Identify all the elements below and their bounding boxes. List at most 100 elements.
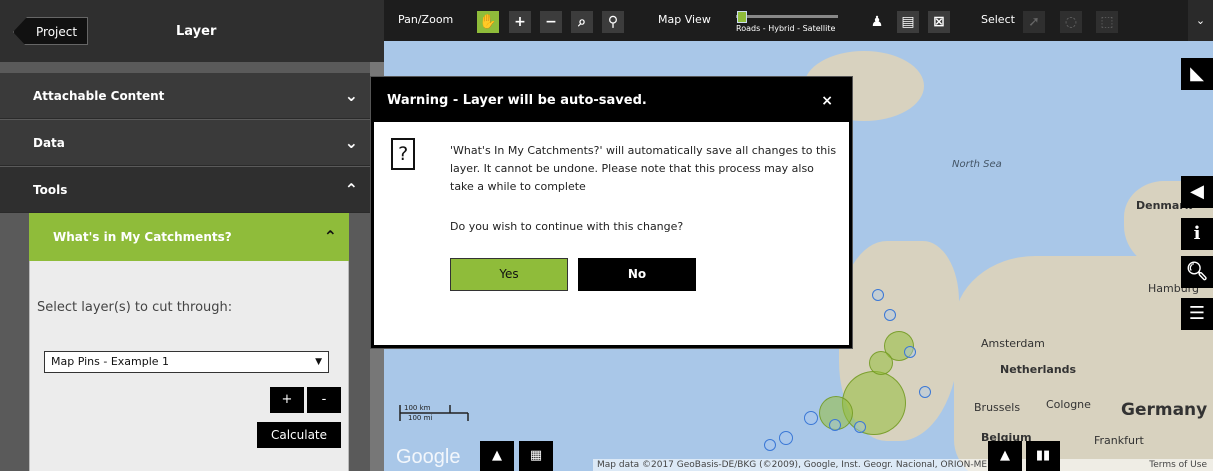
no-button[interactable]: No <box>578 258 696 291</box>
minus-icon: − <box>545 14 557 30</box>
pan-zoom-label: Pan/Zoom <box>398 13 454 26</box>
close-icon[interactable]: × <box>821 80 833 122</box>
dialog-header: Warning - Layer will be auto-saved. × <box>374 80 849 122</box>
remove-layer-button[interactable]: - <box>307 387 341 413</box>
map-pin-icon: ⚲ <box>607 14 619 30</box>
section-label: Attachable Content <box>33 89 165 103</box>
select-layers-label: Select layer(s) to cut through: <box>37 300 233 315</box>
zoom-out-button[interactable]: − <box>540 11 562 33</box>
locate-button[interactable]: ⚲ <box>602 11 624 33</box>
map-label-amsterdam: Amsterdam <box>981 337 1045 350</box>
map-search-button[interactable]: 🔍︎ <box>1181 256 1213 288</box>
map-scale-bar: 100 km 100 mi <box>398 401 470 425</box>
cursor-icon: ➚ <box>1028 14 1040 30</box>
legend-button[interactable]: ☰ <box>1181 298 1213 330</box>
caret-left-icon: ◀ <box>1190 181 1204 202</box>
pin-circle <box>829 419 841 431</box>
catchment-circle <box>869 351 893 375</box>
search-icon: 🔍︎ <box>1185 261 1209 282</box>
chevron-down-icon: ⌄ <box>344 133 358 152</box>
attribution-text: Map data ©2017 GeoBasis-DE/BKG (©2009), … <box>597 460 988 470</box>
catchment-circle <box>842 371 906 435</box>
map-icon: ▤ <box>901 14 915 30</box>
map-label-north-sea: North Sea <box>952 159 1002 170</box>
section-attachable-content[interactable]: Attachable Content ⌄ <box>0 73 370 119</box>
map-view-slider-handle[interactable] <box>737 11 747 23</box>
plus-icon: + <box>514 14 526 30</box>
pin-circle <box>872 289 884 301</box>
map-label-cologne: Cologne <box>1046 398 1091 411</box>
search-icon: ⌕ <box>578 14 586 30</box>
zoom-search-button[interactable]: ⌕ <box>571 11 593 33</box>
calculate-button[interactable]: Calculate <box>257 422 341 448</box>
yes-button[interactable]: Yes <box>450 258 568 291</box>
sidebar-header: Project Layer <box>0 0 384 62</box>
pan-tool-button[interactable]: ✋ <box>477 11 499 33</box>
list-icon: ☰ <box>1188 303 1206 324</box>
grid-icon: ▦ <box>529 448 543 463</box>
corner-toggle-button[interactable]: ◣ <box>1181 58 1213 90</box>
bar-chart-icon: ▮▮ <box>1035 448 1051 463</box>
hand-icon: ✋ <box>479 14 497 30</box>
polygon-select-icon: ⬚ <box>1100 14 1114 30</box>
dialog-message: 'What's In My Catchments?' will automati… <box>450 144 837 193</box>
sidebar-title: Layer <box>176 24 217 39</box>
chart-view-button[interactable]: ▮▮ <box>1026 441 1060 471</box>
google-logo: Google <box>396 446 461 468</box>
map-layers-button[interactable]: ▤ <box>897 11 919 33</box>
question-icon: ? <box>391 138 415 170</box>
dialog-title: Warning - Layer will be auto-saved. <box>387 93 647 108</box>
dropdown-arrow-icon: ▼ <box>315 357 322 367</box>
map-view-label: Map View <box>658 13 711 26</box>
map-label-brussels: Brussels <box>974 401 1021 414</box>
side-panel-collapse-button[interactable]: ◀ <box>1181 176 1213 208</box>
sidebar: Project Layer Attachable Content ⌄ Data … <box>0 0 384 471</box>
info-button[interactable]: i <box>1181 218 1213 250</box>
layer-select-dropdown[interactable]: Map Pins - Example 1 ▼ <box>44 351 329 373</box>
pin-circle <box>919 386 931 398</box>
tool-title: What's in My Catchments? <box>53 230 232 244</box>
project-back-button[interactable]: Project <box>13 17 89 47</box>
corner-triangle-icon: ◣ <box>1190 63 1204 84</box>
pin-circle <box>854 421 866 433</box>
chevron-up-icon: ⌃ <box>344 180 358 199</box>
map-view-slider-track[interactable] <box>736 15 838 18</box>
map-label-frankfurt: Frankfurt <box>1094 434 1144 447</box>
toolbar-dropdown-button[interactable]: ⌄ <box>1188 0 1213 41</box>
pin-circle <box>764 439 776 451</box>
street-view-button[interactable]: ♟ <box>866 11 888 33</box>
pin-circle <box>779 431 793 445</box>
section-label: Data <box>33 136 65 150</box>
section-data[interactable]: Data ⌄ <box>0 120 370 166</box>
pin-circle <box>904 346 916 358</box>
chevron-down-icon: ⌄ <box>1195 14 1206 27</box>
map-toolbar: Pan/Zoom ✋ + − ⌕ ⚲ Map View Roads - Hybr… <box>384 0 1213 41</box>
layer-select-value: Map Pins - Example 1 <box>51 355 170 368</box>
panel-expand-up-button[interactable]: ▲ <box>988 441 1022 471</box>
scale-km-label: 100 km <box>404 404 431 412</box>
map-collapse-up-button[interactable]: ▲ <box>480 441 514 471</box>
zoom-in-button[interactable]: + <box>509 11 531 33</box>
chevron-down-icon: ⌄ <box>344 86 358 105</box>
dialog-question: Do you wish to continue with this change… <box>450 220 684 233</box>
map-clear-button[interactable]: ⊠ <box>928 11 950 33</box>
section-tools[interactable]: Tools ⌃ <box>0 167 370 213</box>
add-layer-button[interactable]: + <box>270 387 304 413</box>
info-icon: i <box>1193 223 1201 244</box>
warning-dialog: Warning - Layer will be auto-saved. × ? … <box>371 77 852 348</box>
section-label: Tools <box>33 183 68 197</box>
scale-mi-label: 100 mi <box>408 414 433 422</box>
select-circle-button[interactable]: ◌ <box>1060 11 1082 33</box>
pin-circle <box>884 309 896 321</box>
map-label-netherlands: Netherlands <box>1000 363 1077 376</box>
tool-header-whats-in-my-catchments[interactable]: What's in My Catchments? ⌃ <box>29 213 349 261</box>
map-label-germany: Germany <box>1121 400 1208 420</box>
table-view-button[interactable]: ▦ <box>519 441 553 471</box>
chevron-up-icon: ⌃ <box>323 227 337 246</box>
terms-of-use-link[interactable]: Terms of Use <box>1149 459 1207 471</box>
person-icon: ♟ <box>870 14 884 30</box>
map-view-scale-text: Roads - Hybrid - Satellite <box>736 24 836 33</box>
select-pointer-button[interactable]: ➚ <box>1023 11 1045 33</box>
select-polygon-button[interactable]: ⬚ <box>1096 11 1118 33</box>
pin-circle <box>804 411 818 425</box>
